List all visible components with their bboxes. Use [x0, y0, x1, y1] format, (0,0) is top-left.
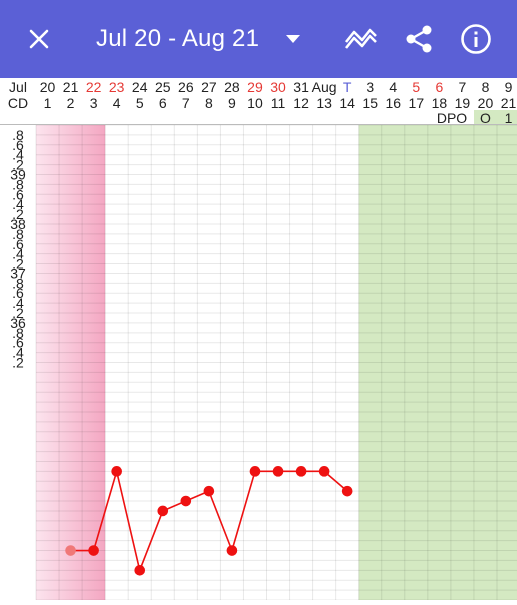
- header-cd-7: 7: [182, 95, 190, 111]
- header-cd-3: 3: [90, 95, 98, 111]
- temperature-point-cd-6[interactable]: [157, 505, 169, 517]
- header-cd-21: 21: [501, 95, 517, 111]
- header-cd-8: 8: [205, 95, 213, 111]
- temperature-point-cd-11[interactable]: [272, 466, 284, 477]
- header-date-5: 24: [132, 79, 148, 95]
- header-cd-12: 12: [293, 95, 309, 111]
- header-cd-10: 10: [247, 95, 263, 111]
- temperature-point-cd-5[interactable]: [134, 565, 146, 576]
- info-button[interactable]: [449, 12, 503, 66]
- temperature-point-cd-9[interactable]: [226, 545, 238, 556]
- date-range-dropdown[interactable]: Jul 20 - Aug 21: [96, 22, 301, 56]
- header-cd-16: 16: [385, 95, 401, 111]
- temperature-point-cd-12[interactable]: [295, 466, 307, 477]
- info-icon: [461, 24, 491, 54]
- app-bar: Jul 20 - Aug 21: [0, 0, 517, 78]
- header-date-19: 7: [459, 79, 467, 95]
- header-cd-9: 9: [228, 95, 236, 111]
- header-cd-2: 2: [67, 95, 75, 111]
- header-cd-14: 14: [339, 95, 355, 111]
- header-date-20: 8: [482, 79, 490, 95]
- header-cd-4: 4: [113, 95, 121, 111]
- header-date-17: 5: [412, 79, 420, 95]
- header-date-11: 30: [270, 79, 286, 95]
- header-cd-11: 11: [271, 95, 286, 111]
- header-date-14: T: [343, 79, 352, 95]
- temperature-point-cd-13[interactable]: [318, 466, 330, 477]
- header-date-1: 20: [40, 79, 56, 95]
- header-date-12: 31: [293, 79, 309, 95]
- header-dpo-20: O: [480, 110, 491, 125]
- header-date-16: 4: [389, 79, 397, 95]
- header-date-9: 28: [224, 79, 240, 95]
- header-date-13: Aug: [312, 79, 337, 95]
- header-cd-20: 20: [478, 95, 494, 111]
- header-date-6: 25: [155, 79, 171, 95]
- header-date-8: 27: [201, 79, 217, 95]
- header-date-10: 29: [247, 79, 263, 95]
- cd-row-label: CD: [8, 95, 28, 111]
- temperature-point-cd-4[interactable]: [111, 466, 122, 477]
- temperature-point-cd-3[interactable]: [88, 545, 99, 556]
- month-label: Jul: [9, 79, 27, 95]
- header-cd-5: 5: [136, 95, 144, 111]
- date-range-title: Jul 20 - Aug 21: [96, 25, 260, 52]
- header-date-21: 9: [505, 79, 513, 95]
- bbt-chart: .8.6.4.2 39.8.6.4.2 38.8.6.4.2 37.8.6.4.2 36…: [0, 124, 517, 601]
- header-cd-6: 6: [159, 95, 167, 111]
- dpo-row-label: DPO: [437, 110, 467, 125]
- header-date-15: 3: [366, 79, 374, 95]
- temperature-point-cd-14[interactable]: [341, 485, 353, 497]
- temperature-point-cd-8[interactable]: [203, 485, 215, 497]
- header-cd-17: 17: [409, 95, 425, 111]
- temperature-point-cd-7[interactable]: [180, 495, 192, 507]
- header-date-3: 22: [86, 79, 102, 95]
- temperature-point-cd-10[interactable]: [249, 466, 261, 477]
- chart-toggle-button[interactable]: [334, 12, 388, 66]
- temperature-chart-svg: .8.6.4.239.8.6.4.238.8.6.4.237.8.6.4.236…: [10, 124, 517, 601]
- header-cd-18: 18: [432, 95, 448, 111]
- header-cd-15: 15: [362, 95, 378, 111]
- share-icon: [406, 25, 432, 53]
- header-dpo-21: 1: [505, 110, 513, 125]
- close-button[interactable]: [12, 12, 66, 66]
- temperature-point-cd-2[interactable]: [65, 545, 76, 556]
- y-tick-label: .2: [12, 355, 24, 371]
- header-cd-1: 1: [44, 95, 52, 111]
- chart-toggle-icon: [344, 28, 377, 49]
- header-date-2: 21: [63, 79, 79, 95]
- close-icon: [29, 29, 49, 49]
- date-header-rows: Jul CD DPO 20121222323424525626727828929…: [0, 79, 517, 126]
- header-date-4: 23: [109, 79, 125, 95]
- header-date-7: 26: [178, 79, 194, 95]
- cycle-day-header: Jul CD DPO 20 1 21 2 22 3 23 4 24 5 25 6 26 7 27 8 28 9 29…: [0, 78, 517, 126]
- header-cd-19: 19: [455, 95, 471, 111]
- header-date-18: 6: [435, 79, 443, 95]
- header-cd-13: 13: [316, 95, 332, 111]
- share-button[interactable]: [392, 12, 446, 66]
- chevron-down-icon: [286, 35, 301, 43]
